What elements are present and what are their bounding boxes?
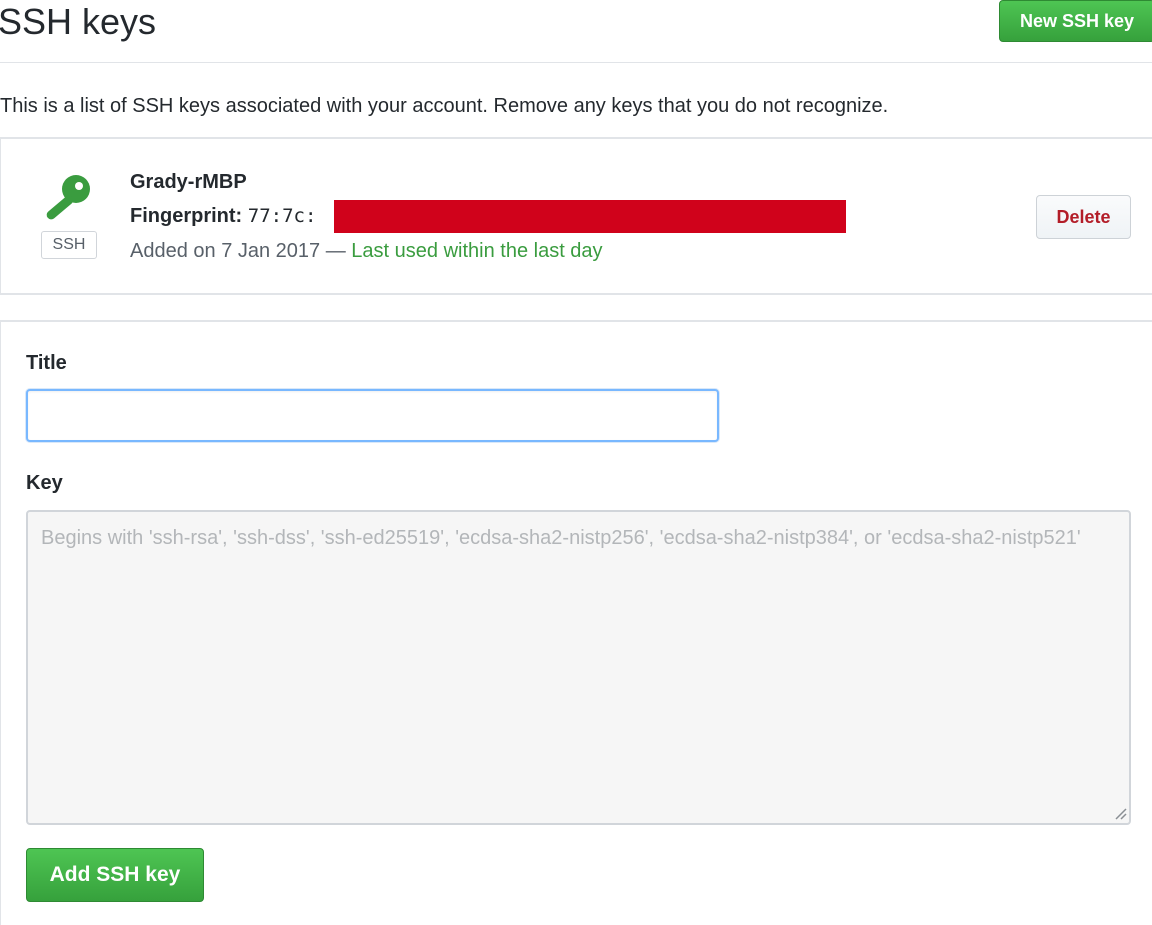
- page-title: SSH keys: [0, 1, 157, 42]
- key-added-info: Added on 7 Jan 2017 — Last used within t…: [130, 238, 603, 264]
- key-textarea[interactable]: [26, 510, 1131, 825]
- intro-text: This is a list of SSH keys associated wi…: [0, 95, 889, 117]
- redaction-bar: [334, 200, 846, 233]
- title-input[interactable]: [26, 389, 719, 442]
- last-used-status: Last used within the last day: [351, 240, 603, 262]
- title-divider: [0, 62, 1152, 63]
- ssh-key-list-item: SSH Grady-rMBP Fingerprint: 77:7c: Added…: [0, 137, 1152, 295]
- delete-key-button[interactable]: Delete: [1036, 195, 1131, 239]
- fingerprint-value: 77:7c:: [247, 205, 317, 227]
- add-ssh-key-button[interactable]: Add SSH key: [26, 848, 204, 902]
- ssh-badge: SSH: [41, 231, 97, 259]
- key-icon: [46, 175, 90, 220]
- fingerprint-label: Fingerprint:: [130, 205, 248, 227]
- add-key-form: Title Key Add SSH key: [0, 320, 1152, 925]
- title-label: Title: [26, 352, 67, 374]
- new-ssh-key-button[interactable]: New SSH key: [999, 0, 1152, 42]
- resize-handle-icon[interactable]: [1113, 806, 1127, 820]
- added-date: Added on 7 Jan 2017 —: [130, 240, 346, 262]
- key-title: Grady-rMBP: [130, 171, 247, 193]
- key-label: Key: [26, 472, 63, 494]
- fingerprint: Fingerprint: 77:7c:: [130, 203, 316, 229]
